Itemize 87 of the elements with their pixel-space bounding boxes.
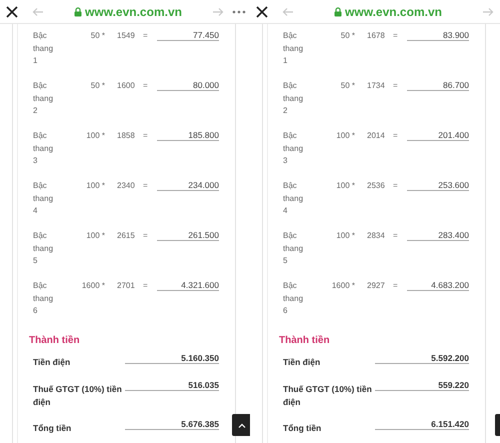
price-text: 2927	[366, 280, 386, 292]
tier-label: Bậc thang 6	[283, 280, 304, 317]
price-text: 2834	[366, 230, 386, 242]
quantity-text: 50 *	[340, 80, 355, 92]
back-arrow-icon[interactable]	[282, 6, 294, 16]
summary-value: 6.151.420	[375, 418, 469, 430]
tier-label: Bậc thang 3	[33, 130, 54, 167]
equals-sign: =	[393, 280, 399, 292]
summary-value: 5.160.350	[125, 352, 219, 364]
tier-label: Bậc thang 6	[33, 280, 54, 317]
quantity-text: 1600 *	[80, 280, 105, 292]
price-text: 1734	[366, 80, 386, 92]
price-text: 1549	[116, 30, 136, 42]
tier-label: Bậc thang 1	[283, 30, 304, 67]
price-text: 2340	[116, 180, 136, 192]
equals-sign: =	[393, 30, 399, 42]
lock-icon	[334, 6, 342, 16]
summary-label: Thuế GTGT (10%) tiền điện	[283, 382, 373, 408]
amount-field: 253.600	[407, 180, 469, 191]
equals-sign: =	[143, 30, 149, 42]
forward-arrow-icon[interactable]	[212, 6, 224, 16]
price-text: 2014	[366, 130, 386, 142]
section-title: Thành tiền	[279, 334, 331, 348]
more-icon[interactable]	[232, 10, 246, 14]
amount-field: 77.450	[157, 30, 219, 41]
close-icon[interactable]	[256, 6, 268, 18]
summary-label: Tiền điện	[283, 356, 322, 369]
equals-sign: =	[393, 130, 399, 142]
quantity-text: 100 *	[335, 230, 355, 242]
quantity-text: 50 *	[90, 30, 105, 42]
tier-label: Bậc thang 4	[283, 180, 304, 217]
amount-field: 83.900	[407, 30, 469, 41]
equals-sign: =	[143, 280, 149, 292]
amount-field: 4.683.200	[407, 280, 469, 291]
amount-field: 283.400	[407, 230, 469, 241]
price-text: 1600	[116, 80, 136, 92]
lock-icon	[74, 6, 82, 16]
equals-sign: =	[143, 230, 149, 242]
amount-field: 4.321.600	[157, 280, 219, 291]
tier-label: Bậc thang 2	[33, 80, 54, 117]
tier-label: Bậc thang 4	[33, 180, 54, 217]
scroll-top-button[interactable]	[232, 414, 250, 436]
tier-label: Bậc thang 1	[33, 30, 54, 67]
summary-label: Tổng tiền	[33, 422, 72, 435]
quantity-text: 100 *	[335, 130, 355, 142]
tier-label: Bậc thang 5	[283, 230, 304, 267]
caret-icon	[238, 422, 246, 428]
equals-sign: =	[143, 80, 149, 92]
forward-arrow-icon[interactable]	[482, 6, 494, 16]
equals-sign: =	[393, 80, 399, 92]
quantity-text: 1600 *	[330, 280, 355, 292]
summary-label: Thuế GTGT (10%) tiền điện	[33, 382, 123, 408]
amount-field: 261.500	[157, 230, 219, 241]
quantity-text: 100 *	[85, 180, 105, 192]
url-text[interactable]: www.evn.com.vn	[345, 2, 442, 20]
back-arrow-icon[interactable]	[32, 6, 44, 16]
price-text: 2701	[116, 280, 136, 292]
price-text: 2615	[116, 230, 136, 242]
amount-field: 80.000	[157, 80, 219, 91]
quantity-text: 100 *	[85, 230, 105, 242]
summary-label: Tổng tiền	[283, 422, 322, 435]
quantity-text: 50 *	[90, 80, 105, 92]
price-text: 1678	[366, 30, 386, 42]
price-text: 1858	[116, 130, 136, 142]
equals-sign: =	[393, 230, 399, 242]
quantity-text: 100 *	[335, 180, 355, 192]
price-text: 2536	[366, 180, 386, 192]
summary-value: 516.035	[125, 378, 219, 391]
summary-value: 559.220	[375, 378, 469, 391]
summary-label: Tiền điện	[33, 356, 72, 369]
summary-value: 5.592.200	[375, 352, 469, 364]
equals-sign: =	[143, 180, 149, 192]
tier-label: Bậc thang 5	[33, 230, 54, 267]
amount-field: 86.700	[407, 80, 469, 91]
amount-field: 185.800	[157, 130, 219, 141]
amount-field: 201.400	[407, 130, 469, 141]
equals-sign: =	[393, 180, 399, 192]
tier-label: Bậc thang 3	[283, 130, 304, 167]
section-title: Thành tiền	[29, 334, 81, 348]
equals-sign: =	[143, 130, 149, 142]
summary-value: 5.676.385	[125, 418, 219, 430]
close-icon[interactable]	[6, 6, 18, 18]
quantity-text: 100 *	[85, 130, 105, 142]
tier-label: Bậc thang 2	[283, 80, 304, 117]
amount-field: 234.000	[157, 180, 219, 191]
quantity-text: 50 *	[340, 30, 355, 42]
url-text[interactable]: www.evn.com.vn	[85, 2, 182, 20]
